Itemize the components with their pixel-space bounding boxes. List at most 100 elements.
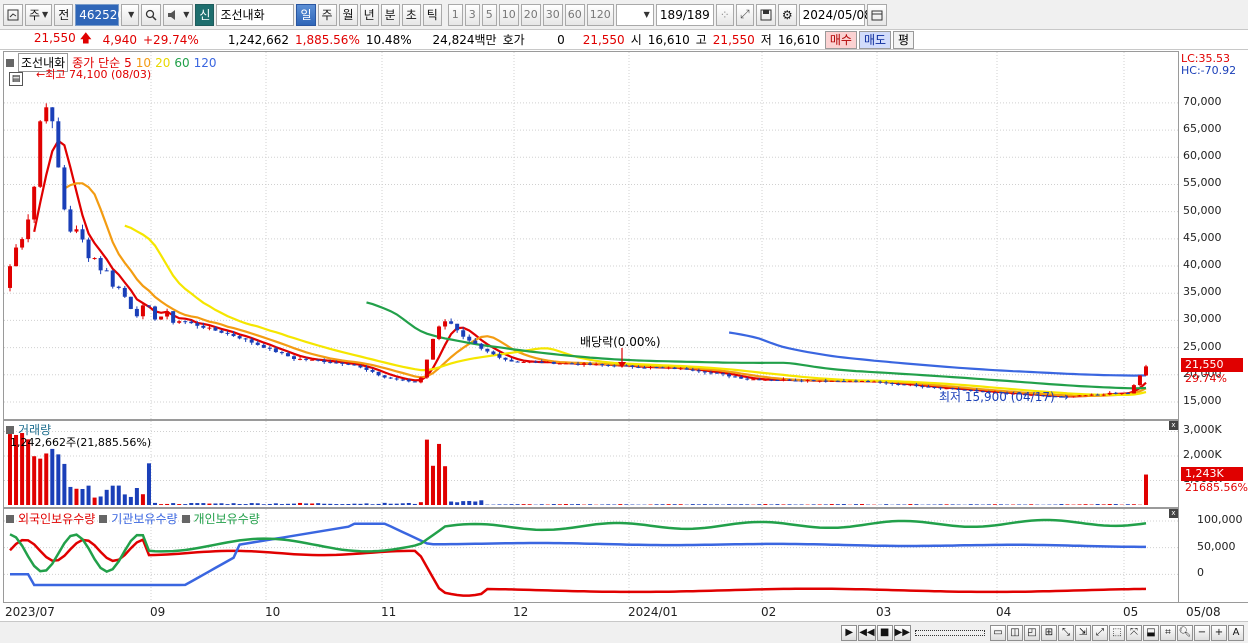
chart-window-icon[interactable] — [3, 3, 23, 26]
draw-tool-button[interactable]: ⤢ — [735, 3, 754, 26]
x-axis: 2023/07 09 10 11 12 2024/01 02 03 04 05 05/08 — [3, 602, 1248, 621]
link-icon: ⁘ — [719, 7, 730, 22]
candle-body — [207, 327, 212, 329]
candle-body — [884, 382, 889, 384]
legend-foreign[interactable]: 외국인보유수량 — [18, 510, 95, 527]
panel-close-icon[interactable]: x — [1169, 509, 1178, 518]
volume-bar — [1131, 504, 1136, 505]
tool-icon-8[interactable]: ⬚ — [1109, 624, 1125, 641]
num-30-button[interactable]: 30 — [542, 3, 563, 26]
tool-icon-6[interactable]: ⇲ — [1075, 624, 1091, 641]
buy-button[interactable]: 매수 — [824, 30, 857, 49]
zoom-slider[interactable] — [915, 629, 985, 636]
candle-body — [473, 340, 478, 344]
candle-body — [624, 365, 629, 367]
tool-icon-11[interactable]: ⌗ — [1160, 624, 1176, 641]
interval-minute[interactable]: 분 — [380, 3, 400, 26]
num-120-button[interactable]: 120 — [586, 3, 614, 26]
price-chart-panel[interactable]: 조선내화 종가 단순 5 10 20 60 120 ▤ ←최고 74,100 (… — [3, 51, 1180, 420]
market-badge[interactable]: 신 — [195, 3, 215, 26]
volume-bar — [690, 504, 695, 505]
volume-bar — [122, 494, 127, 505]
tool-icon-1[interactable]: ▭ — [990, 624, 1006, 641]
candle-body — [1095, 394, 1100, 396]
all-button[interactable]: 전 — [54, 3, 74, 26]
volume-bar — [835, 504, 840, 505]
fast-forward-icon[interactable]: ▶▶ — [893, 624, 911, 641]
calendar-button[interactable] — [866, 3, 887, 26]
candle-body — [412, 381, 417, 383]
volume-bar — [310, 503, 315, 505]
tool-icon-4[interactable]: ⊞ — [1041, 624, 1057, 641]
volume-chart-panel[interactable]: 거래량 1,242,662주(21,885.56%) x — [3, 420, 1180, 508]
zoom-out-icon[interactable]: − — [1194, 624, 1210, 641]
holding-chart-panel[interactable]: 외국인보유수량 기관보유수량 개인보유수량 x — [3, 508, 1180, 603]
volume-bar — [1095, 504, 1100, 505]
candle-body — [430, 338, 435, 360]
rewind-icon[interactable]: ◀◀ — [858, 624, 876, 641]
zoom-in-icon[interactable]: + — [1211, 624, 1227, 641]
tool-icon-3[interactable]: ◰ — [1024, 624, 1040, 641]
interval-month[interactable]: 월 — [338, 3, 358, 26]
settings-button[interactable]: ⚙ — [777, 3, 797, 26]
panel-close-icon[interactable]: x — [1169, 421, 1178, 430]
sound-button[interactable]: ▼ — [163, 3, 194, 26]
num-20-button[interactable]: 20 — [520, 3, 541, 26]
candle-body — [231, 333, 236, 337]
link-icon-button[interactable]: ⁘ — [715, 3, 734, 26]
interval-week[interactable]: 주 — [317, 3, 337, 26]
candle-body — [292, 356, 296, 359]
period-type-select[interactable]: 주 ▼ — [25, 3, 53, 26]
interval-day[interactable]: 일 — [296, 3, 316, 26]
candle-body — [449, 321, 454, 324]
volume-bar — [479, 500, 484, 505]
candle-body — [86, 239, 91, 259]
volume-bar — [950, 504, 955, 505]
code-dropdown-button[interactable]: ▼ — [121, 3, 140, 26]
candle-body — [775, 380, 780, 382]
custom-interval-select[interactable]: ▼ — [615, 3, 654, 26]
num-3-button[interactable]: 3 — [464, 3, 480, 26]
candle-body — [80, 229, 85, 240]
candle-body — [310, 359, 315, 361]
tool-icon-10[interactable]: ⬓ — [1143, 624, 1159, 641]
stock-name-field[interactable]: 조선내화 — [216, 3, 295, 26]
legend-individual[interactable]: 개인보유수량 — [194, 510, 260, 527]
current-price-value: 21,550 — [33, 31, 76, 45]
legend-institution[interactable]: 기관보유수량 — [111, 510, 177, 527]
candle-body — [1101, 394, 1106, 396]
interval-tick[interactable]: 틱 — [422, 3, 442, 26]
tool-icon-2[interactable]: ◫ — [1007, 624, 1023, 641]
zoom-search-icon[interactable]: 🔍︎ — [1177, 624, 1193, 641]
chart-list-icon[interactable]: ▤ — [9, 72, 23, 86]
candle-body — [183, 321, 188, 323]
num-5-button[interactable]: 5 — [481, 3, 497, 26]
eval-button[interactable]: 평 — [893, 30, 915, 49]
candle-body — [853, 380, 858, 382]
interval-year[interactable]: 년 — [359, 3, 379, 26]
candle-body — [153, 306, 158, 320]
tool-icon-9[interactable]: ⤧ — [1126, 624, 1142, 641]
tool-icon-5[interactable]: ⤡ — [1058, 624, 1074, 641]
font-size-icon[interactable]: A — [1228, 624, 1244, 641]
date-field[interactable]: 2024/05/08 — [798, 3, 872, 26]
sell-button[interactable]: 매도 — [858, 30, 892, 49]
candle-body — [787, 379, 792, 381]
stop-icon[interactable]: ■ — [876, 624, 893, 641]
num-1-button[interactable]: 1 — [447, 3, 463, 26]
search-button[interactable] — [141, 3, 162, 26]
save-button[interactable] — [755, 3, 776, 26]
play-icon[interactable]: ▶ — [841, 624, 858, 641]
volume-bar — [678, 504, 683, 505]
speaker-icon — [168, 9, 176, 20]
num-60-button[interactable]: 60 — [564, 3, 585, 26]
num-10-button[interactable]: 10 — [498, 3, 519, 26]
stock-code-input[interactable]: 462520 — [75, 3, 125, 26]
interval-second[interactable]: 초 — [401, 3, 421, 26]
candle-body — [582, 363, 587, 365]
tool-icon-7[interactable]: ⤢ — [1092, 624, 1108, 641]
candle-body — [835, 380, 840, 382]
bar-count-field[interactable]: 189/189 — [655, 3, 714, 26]
y-tick-label: 50,000 — [1183, 203, 1222, 217]
candle-body — [817, 380, 822, 382]
